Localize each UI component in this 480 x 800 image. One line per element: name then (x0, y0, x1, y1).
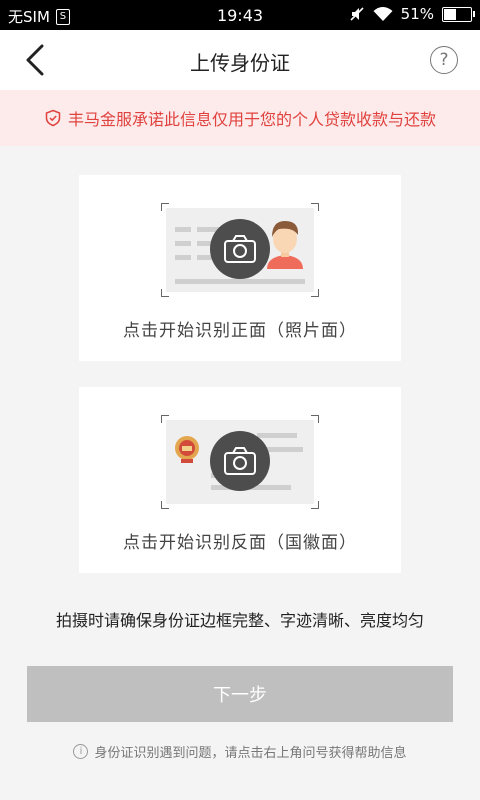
id-front-label: 点击开始识别正面（照片面） (123, 321, 357, 341)
mute-icon (350, 7, 364, 21)
id-back-upload-card[interactable]: 点击开始识别反面（国徽面） (79, 387, 401, 573)
help-hint-text: 身份证识别遇到问题，请点击右上角问号获得帮助信息 (94, 746, 407, 761)
help-hint: i 身份证识别遇到问题，请点击右上角问号获得帮助信息 (0, 742, 480, 761)
id-back-illustration (161, 415, 319, 509)
page-title: 上传身份证 (190, 51, 290, 75)
battery-percent: 51% (400, 5, 434, 23)
nav-bar: 上传身份证 ? (0, 30, 480, 90)
wifi-icon (373, 7, 393, 21)
id-front-upload-card[interactable]: 点击开始识别正面（照片面） (79, 175, 401, 361)
privacy-notice: 丰马金服承诺此信息仅用于您的个人贷款收款与还款 (0, 90, 480, 146)
id-front-illustration (161, 203, 319, 297)
status-bar: 无SIM S 19:43 51% (0, 0, 480, 30)
help-question-icon[interactable]: ? (430, 46, 458, 74)
next-step-button[interactable]: 下一步 (27, 666, 453, 722)
info-icon: i (73, 744, 89, 759)
status-right: 51% (349, 5, 475, 23)
shield-check-icon (45, 109, 61, 127)
id-back-label: 点击开始识别反面（国徽面） (123, 533, 357, 553)
privacy-notice-text: 丰马金服承诺此信息仅用于您的个人贷款收款与还款 (67, 110, 436, 129)
photo-tip: 拍摄时请确保身份证边框完整、字迹清晰、亮度均匀 (55, 611, 424, 630)
battery-icon (442, 6, 475, 22)
